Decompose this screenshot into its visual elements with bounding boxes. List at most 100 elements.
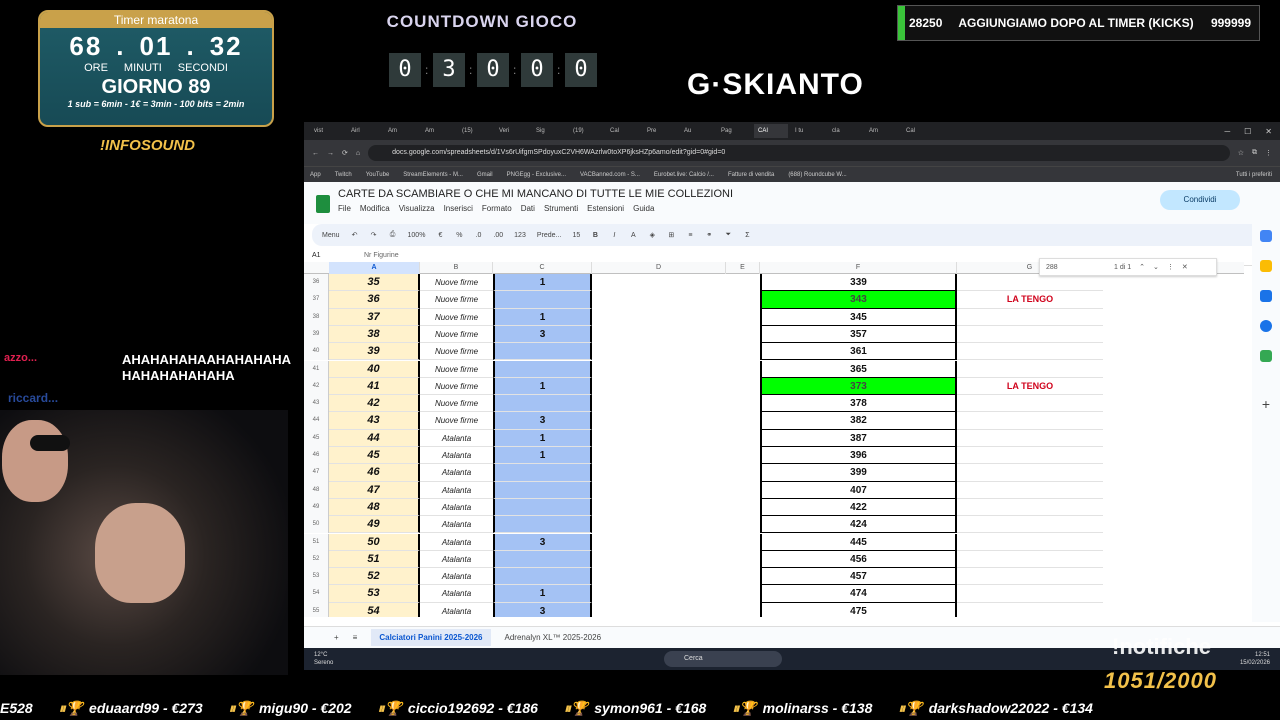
menu-search-button[interactable]: Menu bbox=[322, 232, 340, 239]
row-number[interactable]: 49 bbox=[304, 498, 329, 517]
increase-decimal-button[interactable]: .00 bbox=[493, 232, 503, 239]
cell-f[interactable]: 378 bbox=[760, 395, 957, 413]
cell-c[interactable] bbox=[493, 464, 592, 482]
cell-f[interactable]: 457 bbox=[760, 568, 957, 586]
borders-icon[interactable]: ⊞ bbox=[667, 231, 675, 239]
cell-b[interactable]: Atalanta bbox=[420, 568, 493, 586]
cell-c[interactable] bbox=[493, 498, 592, 517]
cell-f[interactable]: 396 bbox=[760, 447, 957, 465]
font-select[interactable]: Prede... bbox=[537, 232, 562, 239]
cell-c[interactable]: 3 bbox=[493, 533, 592, 551]
cell-b[interactable]: Atalanta bbox=[420, 534, 493, 551]
print-icon[interactable]: ⎙ bbox=[389, 231, 397, 239]
bookmark-item[interactable]: App bbox=[310, 172, 321, 178]
browser-tab[interactable]: Am bbox=[384, 124, 418, 138]
cell-c[interactable] bbox=[493, 291, 592, 309]
cell-a[interactable]: 37 bbox=[329, 308, 420, 326]
find-prev-icon[interactable]: ⌃ bbox=[1139, 263, 1145, 271]
cell-f[interactable]: 475 bbox=[760, 602, 957, 617]
sheets-logo-icon[interactable] bbox=[316, 195, 330, 213]
cell-c[interactable]: 1 bbox=[493, 585, 592, 603]
cell-a[interactable]: 52 bbox=[329, 568, 420, 586]
cell-f[interactable]: 365 bbox=[760, 360, 957, 378]
cell-b[interactable]: Atalanta bbox=[420, 603, 493, 617]
cell-c[interactable]: 1 bbox=[493, 274, 592, 292]
bookmark-star-icon[interactable]: ☆ bbox=[1238, 149, 1244, 157]
cell-g[interactable] bbox=[957, 412, 1103, 430]
row-number[interactable]: 37 bbox=[304, 291, 329, 309]
decrease-decimal-button[interactable]: .0 bbox=[474, 232, 482, 239]
cell-b[interactable]: Atalanta bbox=[420, 447, 493, 465]
column-header[interactable]: E bbox=[726, 262, 760, 274]
cell-g[interactable] bbox=[957, 585, 1103, 603]
cell-b[interactable]: Nuove firme bbox=[420, 378, 493, 396]
cell-b[interactable]: Atalanta bbox=[420, 516, 493, 534]
home-icon[interactable]: ⌂ bbox=[356, 150, 360, 157]
row-number[interactable]: 38 bbox=[304, 308, 329, 326]
cell-b[interactable]: Nuove firme bbox=[420, 343, 493, 361]
font-size-input[interactable]: 15 bbox=[572, 232, 580, 239]
cell-c[interactable]: 1 bbox=[493, 377, 592, 396]
browser-tab[interactable]: Am bbox=[865, 124, 899, 138]
row-number[interactable]: 54 bbox=[304, 585, 329, 603]
cell-b[interactable]: Nuove firme bbox=[420, 395, 493, 413]
cell-reference[interactable]: A1 bbox=[304, 252, 364, 259]
cell-c[interactable] bbox=[493, 343, 592, 361]
cell-b[interactable]: Atalanta bbox=[420, 585, 493, 603]
row-number[interactable]: 53 bbox=[304, 568, 329, 586]
add-addon-icon[interactable]: + bbox=[1260, 397, 1272, 411]
find-input[interactable]: 288 bbox=[1046, 264, 1106, 271]
row-number[interactable]: 40 bbox=[304, 343, 329, 361]
cell-a[interactable]: 49 bbox=[329, 516, 420, 534]
find-box[interactable]: 288 1 di 1 ⌃ ⌄ ⋮ ✕ bbox=[1039, 258, 1217, 276]
cell-c[interactable] bbox=[493, 395, 592, 413]
cell-g[interactable]: LA TENGO bbox=[957, 378, 1103, 396]
cell-g[interactable] bbox=[957, 464, 1103, 482]
back-icon[interactable]: ← bbox=[312, 150, 319, 157]
cell-f[interactable]: 387 bbox=[760, 429, 957, 447]
column-header[interactable]: D bbox=[592, 262, 726, 274]
menu-format[interactable]: Formato bbox=[482, 204, 512, 213]
bookmark-item[interactable]: PNGEgg - Exclusive... bbox=[507, 172, 566, 178]
row-number[interactable]: 47 bbox=[304, 464, 329, 482]
cell-b[interactable]: Nuove firme bbox=[420, 291, 493, 309]
percent-button[interactable]: % bbox=[455, 232, 463, 239]
cell-f[interactable]: 399 bbox=[760, 464, 957, 482]
cell-a[interactable]: 47 bbox=[329, 481, 420, 499]
redo-icon[interactable]: ↷ bbox=[370, 231, 378, 239]
row-number[interactable]: 48 bbox=[304, 481, 329, 499]
browser-tab[interactable]: Cal bbox=[902, 124, 936, 138]
row-number[interactable]: 36 bbox=[304, 274, 329, 292]
bookmark-item[interactable]: YouTube bbox=[366, 172, 390, 178]
find-next-icon[interactable]: ⌄ bbox=[1153, 263, 1159, 271]
cell-c[interactable]: 1 bbox=[493, 447, 592, 465]
cell-g[interactable] bbox=[957, 482, 1103, 499]
all-sheets-icon[interactable]: ≡ bbox=[353, 633, 358, 642]
cell-g[interactable] bbox=[957, 551, 1103, 569]
cell-a[interactable]: 43 bbox=[329, 412, 420, 430]
sheet-tab-active[interactable]: Calciatori Panini 2025-2026 bbox=[371, 629, 491, 646]
browser-tab[interactable]: Veri bbox=[495, 124, 529, 138]
url-input[interactable]: docs.google.com/spreadsheets/d/1Vs6rUifg… bbox=[368, 145, 1230, 161]
cell-f[interactable]: 382 bbox=[760, 412, 957, 430]
filter-icon[interactable]: ⏷ bbox=[724, 231, 732, 239]
cell-f[interactable]: 456 bbox=[760, 550, 957, 569]
currency-button[interactable]: € bbox=[436, 232, 444, 239]
menu-dots-icon[interactable]: ⋮ bbox=[1265, 149, 1272, 157]
row-number[interactable]: 45 bbox=[304, 429, 329, 447]
browser-tab[interactable]: (15) bbox=[458, 124, 492, 138]
bookmark-item[interactable]: Twitch bbox=[335, 172, 352, 178]
bookmark-item[interactable]: Fatture di vendita bbox=[728, 172, 774, 178]
cell-c[interactable]: 1 bbox=[493, 429, 592, 447]
cell-g[interactable]: LA TENGO bbox=[957, 291, 1103, 309]
cell-f[interactable]: 361 bbox=[760, 343, 957, 361]
forward-icon[interactable]: → bbox=[327, 150, 334, 157]
cell-f[interactable]: 357 bbox=[760, 325, 957, 344]
cell-a[interactable]: 44 bbox=[329, 429, 420, 447]
cell-g[interactable] bbox=[957, 309, 1103, 326]
browser-tab[interactable]: Cal bbox=[606, 124, 640, 138]
cell-a[interactable]: 54 bbox=[329, 602, 420, 617]
cell-a[interactable]: 38 bbox=[329, 325, 420, 344]
cell-f[interactable]: 424 bbox=[760, 516, 957, 534]
cell-a[interactable]: 53 bbox=[329, 585, 420, 603]
